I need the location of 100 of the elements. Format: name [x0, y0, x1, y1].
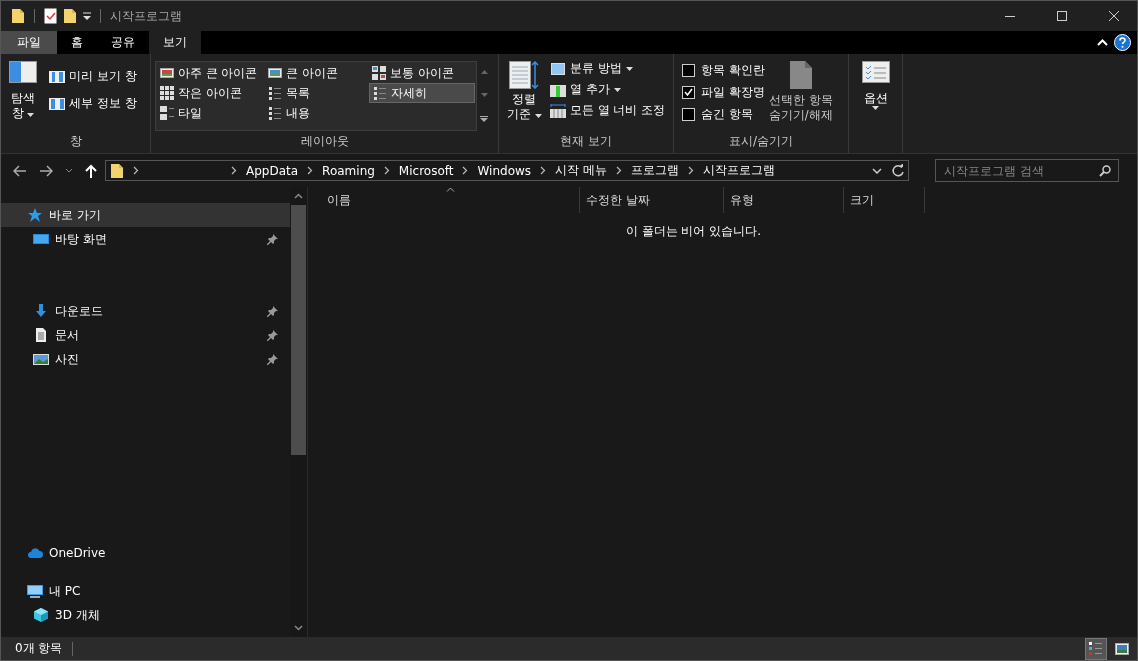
pane-layout-icon [49, 70, 65, 83]
breadcrumb[interactable]: AppData [246, 163, 299, 178]
group-label: 창 [68, 133, 83, 150]
list-view-icon [268, 106, 282, 120]
layout-option[interactable]: 작은 아이콘 [157, 83, 265, 103]
sidebar-item[interactable]: 내 PC [1, 579, 290, 603]
list-view-icon [373, 86, 387, 100]
cube-icon [33, 607, 49, 623]
address-bar[interactable]: AppData Roaming Microsoft Windows 시작 메뉴 프로그램 시작프로그램 [105, 160, 909, 181]
refresh-icon[interactable] [891, 163, 905, 178]
thumbnail-view-icon [160, 66, 174, 80]
computer-icon [27, 583, 43, 599]
thumbnail-view-icon [268, 66, 282, 80]
caret-icon [27, 113, 35, 117]
pane-button[interactable]: 미리 보기 창 [47, 67, 139, 86]
layout-option[interactable]: 타일 [157, 103, 265, 123]
view-option-button[interactable]: 열 추가 [547, 80, 668, 99]
breadcrumb[interactable]: 시작 메뉴 [555, 162, 607, 179]
dropdown-icon[interactable] [872, 167, 882, 174]
checklist-icon [861, 61, 890, 83]
chevron-icon [540, 166, 547, 175]
thumbnail-view-icon [160, 86, 174, 100]
column-header[interactable]: 수정한 날짜 [580, 187, 724, 213]
sidebar-item[interactable]: 사진 [1, 347, 290, 371]
expand-gallery-icon[interactable] [480, 115, 488, 122]
option-checkbox[interactable]: 숨긴 항목 [678, 103, 769, 125]
breadcrumb[interactable]: Windows [477, 163, 532, 178]
scrollbar-thumb[interactable] [291, 205, 306, 455]
sidebar-item[interactable]: 3D 개체 [1, 603, 290, 627]
checkbox[interactable] [682, 107, 695, 121]
new-folder-icon [63, 8, 77, 24]
navigation-pane-button[interactable]: 탐색 창 [5, 59, 41, 131]
cloud-icon [27, 545, 43, 561]
chevron-icon [231, 166, 237, 175]
column-header[interactable]: 크기 [844, 187, 925, 213]
ribbon-tab[interactable]: 공유 [97, 31, 149, 54]
breadcrumb[interactable]: Microsoft [398, 163, 454, 178]
layout-option[interactable]: 보통 아이콘 [369, 63, 475, 83]
layout-option[interactable]: 목록 [265, 83, 369, 103]
add-column-icon [549, 82, 566, 97]
option-checkbox[interactable]: 항목 확인란 [678, 59, 769, 81]
ribbon-tab[interactable]: 홈 [57, 31, 97, 54]
details-view-button[interactable] [1085, 637, 1107, 660]
column-header[interactable]: 유형 [724, 187, 844, 213]
breadcrumb[interactable]: 프로그램 [630, 162, 679, 179]
chevron-icon [462, 166, 469, 175]
pane-button[interactable]: 세부 정보 창 [47, 94, 139, 113]
pane-layout-icon [9, 61, 37, 83]
sidebar-item[interactable]: OneDrive [1, 541, 290, 565]
chevron-icon [133, 166, 139, 175]
layout-option[interactable]: 내용 [265, 103, 369, 123]
maximize-icon [1057, 11, 1067, 21]
layout-option[interactable]: 큰 아이콘 [265, 63, 369, 83]
caret-icon [872, 106, 879, 110]
document-icon [33, 327, 49, 343]
chevron-icon [687, 166, 694, 175]
options-button[interactable]: 옵션 [853, 59, 898, 112]
column-header[interactable]: 이름 [308, 187, 580, 213]
scroll-down-icon[interactable] [480, 93, 488, 97]
checkbox[interactable] [682, 63, 695, 77]
ribbon-tab[interactable]: 파일 [1, 31, 57, 54]
view-option-button[interactable]: 모든 열 너비 조정 [547, 101, 668, 120]
ribbon-tab[interactable]: 보기 [149, 31, 201, 54]
document-icon [789, 61, 812, 89]
collapse-ribbon-icon[interactable] [1097, 39, 1108, 46]
sidebar-item[interactable]: 바로 가기 [1, 203, 290, 227]
chevron-icon [615, 166, 622, 175]
option-checkbox[interactable]: 파일 확장명 [678, 81, 769, 103]
layout-option[interactable]: 아주 큰 아이콘 [157, 63, 265, 83]
folder-icon [110, 162, 124, 179]
breadcrumb[interactable]: Roaming [322, 163, 375, 178]
caret-icon [613, 87, 621, 92]
properties-icon[interactable] [44, 8, 57, 24]
scroll-up-icon[interactable] [294, 193, 303, 199]
group-label: 현재 보기 [559, 133, 613, 150]
view-option-button[interactable]: 분류 방법 [547, 59, 668, 78]
customize-caret-icon[interactable] [83, 12, 91, 20]
sidebar-item[interactable]: 문서 [1, 323, 290, 347]
checkbox[interactable] [682, 85, 695, 99]
square-icon [549, 61, 566, 76]
group-label: 레이아웃 [299, 133, 350, 150]
hide-selected-button[interactable]: 선택한 항목 숨기기/해제 [768, 59, 833, 131]
sort-by-button[interactable]: 정렬 기준 [503, 59, 546, 131]
breadcrumb[interactable]: 시작프로그램 [702, 162, 775, 179]
layout-option[interactable]: 자세히 [369, 83, 475, 103]
sidebar-item[interactable]: 바탕 화면 [1, 227, 290, 251]
empty-folder-message: 이 폴더는 비어 있습니다. [624, 223, 763, 240]
chevron-icon [383, 166, 390, 175]
group-label: 표시/숨기기 [727, 133, 794, 150]
folder-icon [11, 8, 25, 24]
help-icon[interactable] [1114, 34, 1131, 51]
scroll-down-icon[interactable] [294, 625, 303, 631]
details-view-icon [1089, 640, 1103, 657]
caret-icon [625, 66, 633, 71]
caret-icon [534, 114, 542, 118]
sidebar-item[interactable]: 다운로드 [1, 299, 290, 323]
search-field[interactable]: 시작프로그램 검색 [935, 159, 1119, 182]
chevron-icon [307, 166, 314, 175]
scroll-up-icon[interactable] [480, 70, 488, 75]
column-width-icon [549, 103, 566, 118]
